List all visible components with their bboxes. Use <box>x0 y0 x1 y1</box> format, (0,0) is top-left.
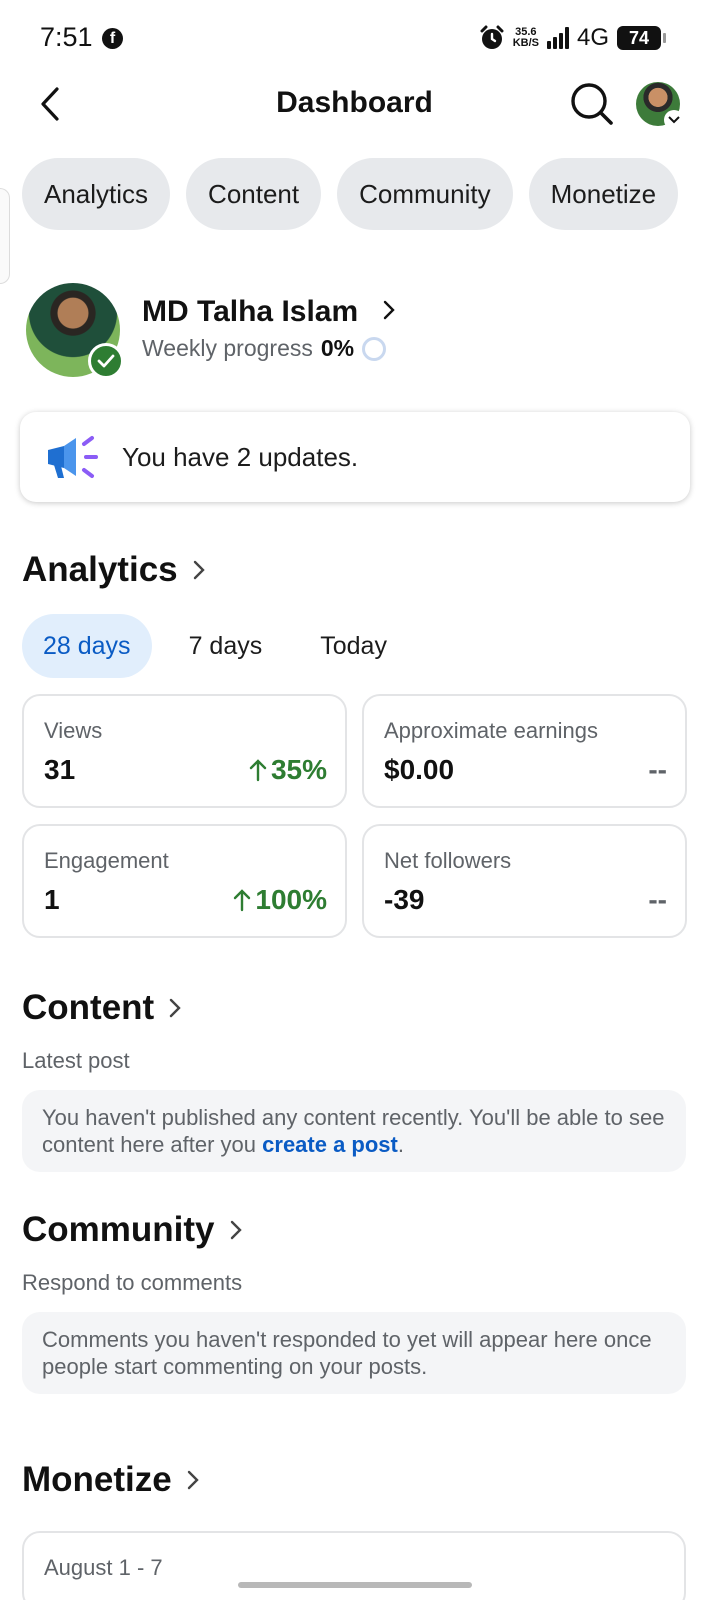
content-header[interactable]: Content <box>22 988 182 1028</box>
home-indicator[interactable] <box>238 1582 472 1588</box>
arrow-up-icon <box>249 759 267 782</box>
metric-change: 35% <box>249 754 327 786</box>
metric-label: Views <box>44 718 103 743</box>
side-handle[interactable] <box>0 188 10 284</box>
range-28-days[interactable]: 28 days <box>22 614 152 678</box>
battery-icon: 74 <box>617 26 666 50</box>
progress-label: Weekly progress <box>142 335 313 361</box>
tab-content[interactable]: Content <box>186 158 322 230</box>
content-empty-message: You haven't published any content recent… <box>22 1090 686 1172</box>
range-today[interactable]: Today <box>299 614 408 678</box>
community-title: Community <box>22 1210 215 1249</box>
profile-name[interactable]: MD Talha Islam <box>142 295 358 329</box>
metric-card-net-followers[interactable]: Net followers -39 -- <box>362 824 687 938</box>
search-button[interactable] <box>568 80 616 128</box>
network-type: 4G <box>576 24 609 51</box>
analytics-header[interactable]: Analytics <box>22 550 206 590</box>
metric-change: -- <box>648 884 667 915</box>
tab-analytics[interactable]: Analytics <box>22 158 171 230</box>
monetize-date-range: August 1 - 7 <box>44 1555 163 1580</box>
top-bar: Dashboard <box>0 76 709 132</box>
status-time: 7:51 <box>40 22 93 52</box>
content-subtitle: Latest post <box>22 1048 130 1073</box>
weekly-progress: Weekly progress 0% <box>142 335 387 362</box>
updates-banner[interactable]: You have 2 updates. <box>20 412 690 502</box>
metric-card-views[interactable]: Views 31 35% <box>22 694 347 808</box>
date-range-selector: 28 days 7 days Today <box>22 614 408 678</box>
arrow-up-icon <box>234 889 251 912</box>
metric-change: 100% <box>233 884 327 916</box>
profile-summary: MD Talha Islam Weekly progress 0% <box>26 283 686 379</box>
metric-label: Approximate earnings <box>384 718 599 743</box>
metric-label: Net followers <box>384 848 512 873</box>
alarm-icon <box>480 25 504 49</box>
search-icon <box>571 83 613 125</box>
metric-label: Engagement <box>44 848 169 873</box>
analytics-title: Analytics <box>22 550 178 589</box>
status-indicators: 35.6 KB/S 4G 74 <box>479 24 666 52</box>
status-bar: 7:51 f 35.6 KB/S 4G 74 <box>0 0 709 76</box>
progress-ring-icon <box>362 336 387 361</box>
range-7-days[interactable]: 7 days <box>168 614 284 678</box>
chevron-right-icon <box>383 300 395 320</box>
chevron-down-icon <box>664 110 684 130</box>
monetize-title: Monetize <box>22 1460 172 1499</box>
create-post-link[interactable]: create a post <box>262 1132 398 1157</box>
updates-text: You have 2 updates. <box>122 441 359 472</box>
metric-value: 1 <box>44 884 60 915</box>
chevron-right-icon <box>193 560 205 580</box>
content-message-end: . <box>397 1132 404 1157</box>
metric-change-value: 35% <box>270 754 327 785</box>
account-avatar[interactable] <box>636 82 684 130</box>
megaphone-icon <box>48 436 98 478</box>
community-subtitle: Respond to comments <box>22 1270 243 1295</box>
content-title: Content <box>22 988 155 1027</box>
metric-change: -- <box>648 754 667 785</box>
metric-change-value: 100% <box>255 884 327 915</box>
battery-level: 74 <box>628 28 650 48</box>
community-message: Comments you haven't responded to yet wi… <box>42 1327 652 1379</box>
progress-value: 0% <box>320 335 355 361</box>
community-empty-message: Comments you haven't responded to yet wi… <box>22 1312 686 1394</box>
chevron-right-icon <box>170 998 181 1018</box>
signal-icon <box>546 27 569 49</box>
chevron-right-icon <box>187 1470 199 1490</box>
check-icon <box>88 343 124 379</box>
community-header[interactable]: Community <box>22 1210 243 1250</box>
metric-card-engagement[interactable]: Engagement 1 100% <box>22 824 347 938</box>
section-tabs: Analytics Content Community Monetize <box>22 158 679 230</box>
net-speed-unit: KB/S <box>512 37 539 49</box>
metric-value: $0.00 <box>384 754 455 785</box>
metric-value: -39 <box>384 884 425 915</box>
facebook-icon: f <box>102 28 123 49</box>
chevron-right-icon <box>230 1220 242 1240</box>
metric-card-earnings[interactable]: Approximate earnings $0.00 -- <box>362 694 687 808</box>
monetize-header[interactable]: Monetize <box>22 1460 200 1500</box>
metric-value: 31 <box>44 754 76 785</box>
monetize-card[interactable]: August 1 - 7 <box>22 1531 686 1600</box>
net-speed: 35.6 KB/S <box>513 27 539 49</box>
tab-monetize[interactable]: Monetize <box>528 158 679 230</box>
tab-community[interactable]: Community <box>337 158 513 230</box>
